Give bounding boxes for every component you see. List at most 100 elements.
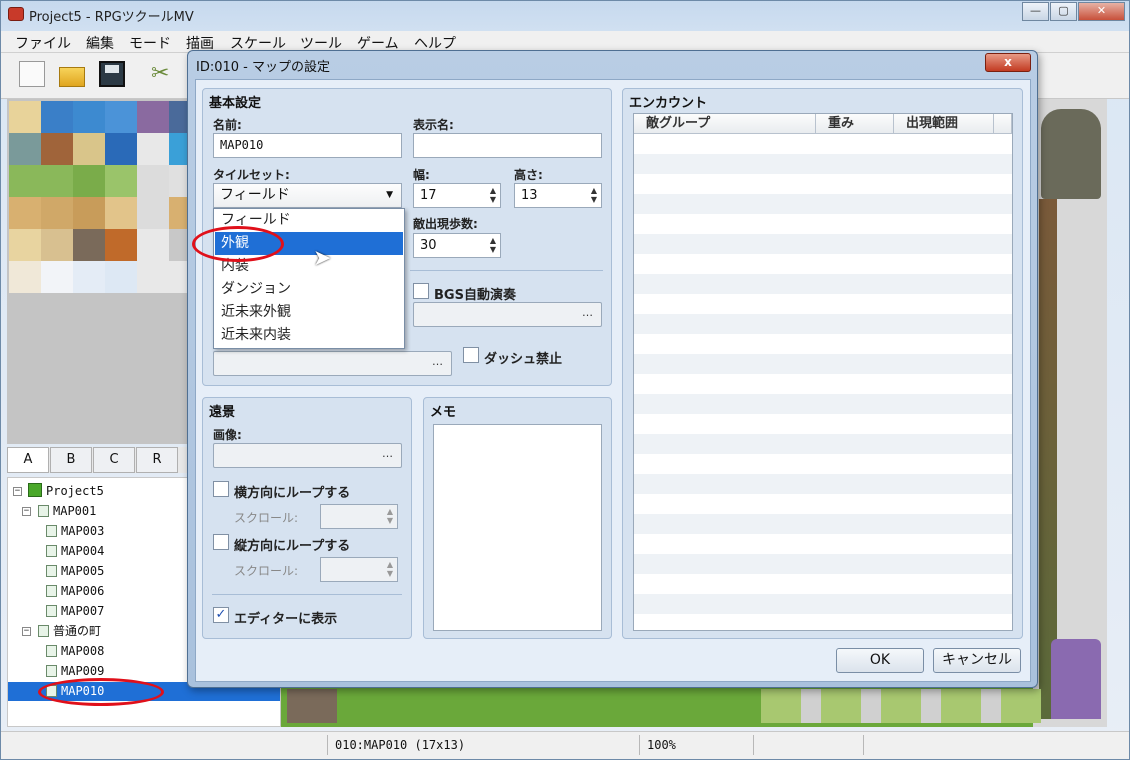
encounter-table[interactable]: 敵グループ 重み 出現範囲 — [633, 113, 1013, 631]
parallax-image-label: 画像: — [213, 428, 242, 442]
menu-mode[interactable]: モード — [129, 33, 171, 53]
dialog-close-button[interactable]: x — [985, 53, 1031, 72]
tab-c[interactable]: C — [93, 447, 135, 473]
cancel-button[interactable]: キャンセル — [933, 648, 1021, 673]
tile[interactable] — [41, 229, 73, 261]
table-rows[interactable] — [634, 134, 1012, 630]
save-icon[interactable] — [99, 61, 125, 87]
display-name-field[interactable] — [413, 133, 602, 158]
tile[interactable] — [9, 261, 41, 293]
tree-node-project[interactable]: Project5 — [28, 482, 104, 501]
ok-button[interactable]: OK — [836, 648, 924, 673]
minimize-button[interactable]: — — [1022, 2, 1049, 21]
loop-vertical-checkbox[interactable] — [213, 534, 229, 550]
tile[interactable] — [73, 101, 105, 133]
cut-icon[interactable]: ✂ — [151, 61, 177, 87]
collapse-toggle[interactable]: − — [22, 507, 31, 516]
divider — [212, 594, 402, 595]
tile[interactable] — [137, 101, 169, 133]
tree-node-map007[interactable]: MAP007 — [46, 602, 104, 621]
open-folder-icon[interactable] — [59, 67, 85, 87]
tree-node-map008[interactable]: MAP008 — [46, 642, 104, 661]
spin-arrows-icon[interactable]: ▲ ▼ — [589, 186, 599, 205]
tile[interactable] — [73, 133, 105, 165]
chevron-down-icon: ▼ — [386, 190, 393, 200]
maximize-button[interactable]: ▢ — [1050, 2, 1077, 21]
highlight-annotation — [38, 678, 164, 706]
new-project-icon[interactable] — [19, 61, 45, 87]
height-value: 13 — [521, 188, 538, 203]
memo-textarea[interactable] — [433, 424, 602, 631]
tile[interactable] — [137, 261, 169, 293]
ellipsis-icon: … — [382, 447, 393, 460]
disable-dash-checkbox[interactable] — [463, 347, 479, 363]
tile[interactable] — [9, 197, 41, 229]
tree-node-label: MAP006 — [61, 584, 105, 598]
collapse-toggle[interactable]: − — [13, 487, 22, 496]
tile[interactable] — [137, 229, 169, 261]
tile[interactable] — [105, 165, 137, 197]
tile[interactable] — [73, 261, 105, 293]
encounter-steps-stepper[interactable]: 30 ▲ ▼ — [413, 233, 501, 258]
tree-node-map006[interactable]: MAP006 — [46, 582, 104, 601]
menu-edit[interactable]: 編集 — [86, 33, 114, 53]
battleback-select-button[interactable]: … — [213, 351, 452, 376]
menu-file[interactable]: ファイル — [15, 33, 71, 53]
tile[interactable] — [105, 229, 137, 261]
tileset-select[interactable]: フィールド ▼ — [213, 183, 402, 208]
tile[interactable] — [105, 261, 137, 293]
tile[interactable] — [41, 133, 73, 165]
tile[interactable] — [73, 229, 105, 261]
tileset-option-dungeon[interactable]: ダンジョン — [215, 278, 403, 301]
tile[interactable] — [41, 261, 73, 293]
column-header-weight[interactable]: 重み — [816, 114, 894, 134]
tree-node-map003[interactable]: MAP003 — [46, 522, 104, 541]
tree-node-map001[interactable]: MAP001 — [38, 502, 96, 521]
parallax-image-button[interactable]: … — [213, 443, 402, 468]
tile[interactable] — [9, 229, 41, 261]
tab-r[interactable]: R — [136, 447, 178, 473]
collapse-toggle[interactable]: − — [22, 627, 31, 636]
tileset-option-sf-interior[interactable]: 近未来内装 — [215, 324, 403, 347]
name-field[interactable]: MAP010 — [213, 133, 402, 158]
group-title: 遠景 — [209, 405, 236, 420]
tile[interactable] — [9, 133, 41, 165]
tile[interactable] — [105, 133, 137, 165]
tree-node-map005[interactable]: MAP005 — [46, 562, 104, 581]
spin-arrows-icon[interactable]: ▲ ▼ — [488, 236, 498, 255]
tab-b[interactable]: B — [50, 447, 92, 473]
tile[interactable] — [137, 133, 169, 165]
spin-arrows-icon[interactable]: ▲ ▼ — [385, 560, 395, 579]
loop-horizontal-checkbox[interactable] — [213, 481, 229, 497]
tileset-selected-value: フィールド — [220, 187, 290, 203]
status-map-info: 010:MAP010 (17x13) — [335, 738, 466, 752]
spin-arrows-icon[interactable]: ▲ ▼ — [385, 507, 395, 526]
tile[interactable] — [41, 197, 73, 229]
scroll-x-stepper[interactable]: ▲ ▼ — [320, 504, 398, 529]
tile[interactable] — [41, 165, 73, 197]
tile[interactable] — [73, 197, 105, 229]
tab-a[interactable]: A — [7, 447, 49, 473]
tree-node-map004[interactable]: MAP004 — [46, 542, 104, 561]
tile[interactable] — [105, 197, 137, 229]
spin-arrows-icon[interactable]: ▲ ▼ — [488, 186, 498, 205]
tree-node-town[interactable]: 普通の町 — [38, 622, 101, 641]
show-in-editor-checkbox[interactable]: ✓ — [213, 607, 229, 623]
tile[interactable] — [9, 165, 41, 197]
close-window-button[interactable]: ✕ — [1078, 2, 1125, 21]
tileset-option-sf-exterior[interactable]: 近未来外観 — [215, 301, 403, 324]
tile[interactable] — [9, 101, 41, 133]
tile[interactable] — [73, 165, 105, 197]
scroll-y-stepper[interactable]: ▲ ▼ — [320, 557, 398, 582]
tile[interactable] — [137, 197, 169, 229]
column-header-range[interactable]: 出現範囲 — [894, 114, 994, 134]
width-stepper[interactable]: 17 ▲ ▼ — [413, 183, 501, 208]
tile[interactable] — [41, 101, 73, 133]
tile-palette[interactable] — [7, 99, 190, 444]
bgs-select-button[interactable]: … — [413, 302, 602, 327]
tile[interactable] — [105, 101, 137, 133]
bgs-autoplay-checkbox[interactable] — [413, 283, 429, 299]
tile[interactable] — [137, 165, 169, 197]
height-stepper[interactable]: 13 ▲ ▼ — [514, 183, 602, 208]
column-header-troop[interactable]: 敵グループ — [634, 114, 816, 134]
